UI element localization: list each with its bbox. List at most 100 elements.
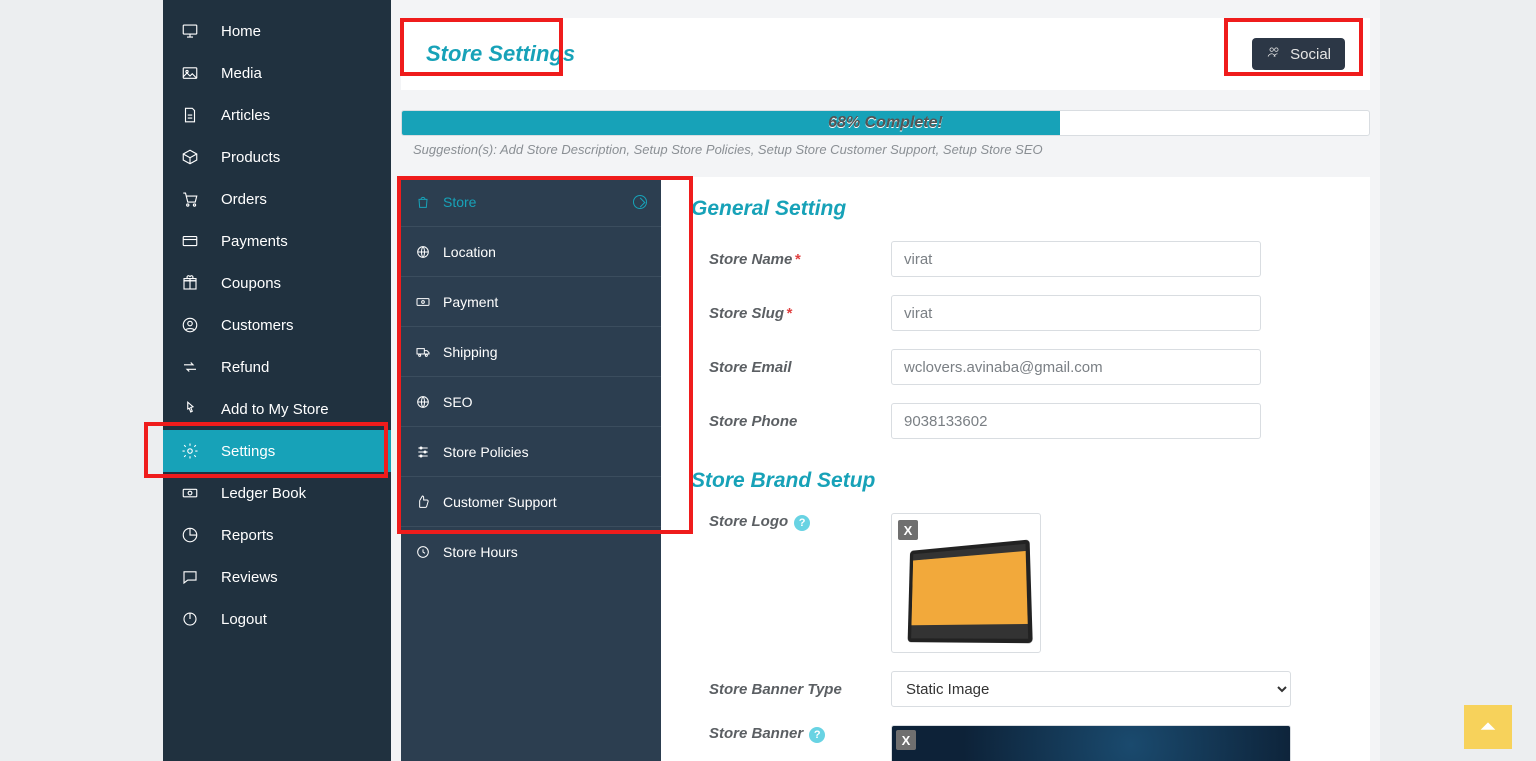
sidebar-item-label: Products: [221, 149, 280, 166]
sidebar-item-label: Logout: [221, 611, 267, 628]
sidebar-item-customers[interactable]: Customers: [163, 304, 391, 346]
box-icon: [181, 148, 199, 166]
sliders-icon: [415, 444, 431, 460]
label-store-name: Store Name*: [691, 251, 891, 268]
row-store-logo: Store Logo? X: [691, 513, 1340, 653]
sub-item-payment[interactable]: Payment: [401, 277, 661, 327]
page-header: Store Settings Social: [401, 18, 1370, 90]
chat-icon: [181, 568, 199, 586]
user-icon: [181, 316, 199, 334]
sidebar-item-label: Customers: [221, 317, 294, 334]
input-store-phone[interactable]: [891, 403, 1261, 439]
progress-suggestion: Suggestion(s): Add Store Description, Se…: [413, 142, 1358, 157]
sub-item-label: Payment: [443, 294, 498, 310]
sidebar-item-home[interactable]: Home: [163, 10, 391, 52]
sidebar-item-reports[interactable]: Reports: [163, 514, 391, 556]
sidebar-item-label: Orders: [221, 191, 267, 208]
required-mark: *: [794, 251, 800, 268]
progress-section: 68% Complete! Suggestion(s): Add Store D…: [401, 110, 1370, 157]
sidebar-item-logout[interactable]: Logout: [163, 598, 391, 640]
label-store-email: Store Email: [691, 359, 891, 376]
image-icon: [181, 64, 199, 82]
refresh-icon: [181, 358, 199, 376]
help-icon[interactable]: ?: [809, 727, 825, 743]
logo-image: [908, 539, 1033, 643]
sidebar-item-label: Ledger Book: [221, 485, 306, 502]
sub-item-seo[interactable]: SEO: [401, 377, 661, 427]
sidebar-item-media[interactable]: Media: [163, 52, 391, 94]
sidebar-item-articles[interactable]: Articles: [163, 94, 391, 136]
sidebar-item-add-to-store[interactable]: Add to My Store: [163, 388, 391, 430]
sidebar-item-settings[interactable]: Settings: [163, 430, 391, 472]
row-store-name: Store Name*: [691, 241, 1340, 277]
pointer-icon: [181, 400, 199, 418]
sidebar-item-label: Coupons: [221, 275, 281, 292]
sidebar-item-refund[interactable]: Refund: [163, 346, 391, 388]
sidebar-item-label: Settings: [221, 443, 275, 460]
social-button[interactable]: Social: [1252, 38, 1345, 70]
row-store-phone: Store Phone: [691, 403, 1340, 439]
sidebar-item-ledger[interactable]: Ledger Book: [163, 472, 391, 514]
users-icon: [1266, 45, 1282, 63]
thumbs-up-icon: [415, 494, 431, 510]
sub-item-label: Store: [443, 194, 476, 210]
settings-sub-sidebar: Store Location Payment Shipping SEO: [401, 177, 661, 761]
cart-icon: [181, 190, 199, 208]
globe-icon: [415, 394, 431, 410]
sub-item-label: Store Hours: [443, 544, 518, 560]
sidebar-item-products[interactable]: Products: [163, 136, 391, 178]
bag-icon: [415, 194, 431, 210]
sidebar-item-label: Add to My Store: [221, 401, 329, 418]
sidebar-item-label: Refund: [221, 359, 269, 376]
chevron-up-icon: [1477, 716, 1499, 738]
remove-logo-button[interactable]: X: [898, 520, 918, 540]
sub-item-label: SEO: [443, 394, 473, 410]
sidebar-item-label: Home: [221, 23, 261, 40]
required-mark: *: [786, 305, 792, 322]
label-store-phone: Store Phone: [691, 413, 891, 430]
sub-item-label: Store Policies: [443, 444, 529, 460]
input-store-name[interactable]: [891, 241, 1261, 277]
sub-item-label: Location: [443, 244, 496, 260]
sub-item-location[interactable]: Location: [401, 227, 661, 277]
sidebar-item-payments[interactable]: Payments: [163, 220, 391, 262]
money-icon: [181, 484, 199, 502]
row-store-banner: Store Banner? X: [691, 725, 1340, 761]
sidebar-item-label: Payments: [221, 233, 288, 250]
sub-item-label: Shipping: [443, 344, 498, 360]
progress-text: 68% Complete!: [402, 111, 1369, 135]
row-banner-type: Store Banner Type Static Image: [691, 671, 1340, 707]
sub-item-support[interactable]: Customer Support: [401, 477, 661, 527]
globe-icon: [415, 244, 431, 260]
sub-item-shipping[interactable]: Shipping: [401, 327, 661, 377]
remove-banner-button[interactable]: X: [896, 730, 916, 750]
sidebar-item-orders[interactable]: Orders: [163, 178, 391, 220]
page-title: Store Settings: [426, 41, 575, 67]
sub-item-policies[interactable]: Store Policies: [401, 427, 661, 477]
sub-item-store[interactable]: Store: [401, 177, 661, 227]
banner-preview[interactable]: X: [891, 725, 1291, 761]
row-store-email: Store Email: [691, 349, 1340, 385]
chart-icon: [181, 526, 199, 544]
sidebar-item-reviews[interactable]: Reviews: [163, 556, 391, 598]
content-area: Store Settings Social 68% Complete! Sugg…: [391, 0, 1380, 761]
scroll-to-top-button[interactable]: [1464, 705, 1512, 749]
section-title-brand: Store Brand Setup: [691, 469, 1340, 493]
help-icon[interactable]: ?: [794, 515, 810, 531]
sub-item-hours[interactable]: Store Hours: [401, 527, 661, 577]
label-store-slug: Store Slug*: [691, 305, 891, 322]
sidebar-item-label: Reports: [221, 527, 274, 544]
row-store-slug: Store Slug*: [691, 295, 1340, 331]
gift-icon: [181, 274, 199, 292]
input-store-slug[interactable]: [891, 295, 1261, 331]
sidebar-item-coupons[interactable]: Coupons: [163, 262, 391, 304]
input-store-email[interactable]: [891, 349, 1261, 385]
social-button-label: Social: [1290, 46, 1331, 63]
label-store-logo: Store Logo?: [691, 513, 891, 531]
select-banner-type[interactable]: Static Image: [891, 671, 1291, 707]
sidebar-item-label: Articles: [221, 107, 270, 124]
cash-icon: [415, 294, 431, 310]
logo-preview[interactable]: X: [891, 513, 1041, 653]
gear-icon: [181, 442, 199, 460]
power-icon: [181, 610, 199, 628]
